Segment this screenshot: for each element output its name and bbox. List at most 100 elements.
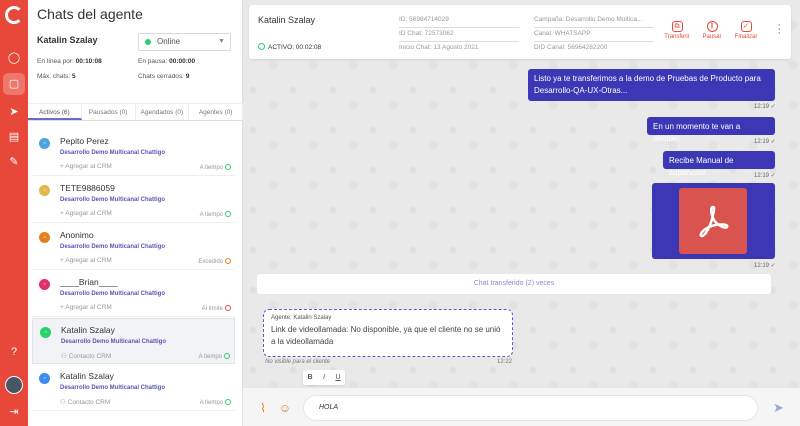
chat-name: Katalin Szalay bbox=[60, 371, 114, 381]
status-badge: Al límite bbox=[202, 305, 231, 312]
status-badge: A tiempo bbox=[200, 399, 231, 406]
online-dot-icon bbox=[145, 39, 151, 45]
chat-name: Pepito Perez bbox=[60, 136, 109, 146]
bold-button[interactable]: B bbox=[303, 370, 317, 385]
sms-icon: ◦ bbox=[39, 185, 50, 196]
clock-icon bbox=[225, 258, 231, 264]
chat-id: ID Chat: 72573062 bbox=[399, 30, 519, 42]
contact-id: ID: 56984714029 bbox=[399, 16, 519, 28]
chat-name: Anonimo bbox=[60, 230, 94, 240]
list-item[interactable]: ◦ ____Brian____ Desarrollo Demo Multican… bbox=[32, 271, 235, 317]
crm-contact-link[interactable]: ⚇ Contacto CRM bbox=[61, 352, 111, 360]
chat-tabs: Activos (6) Pausados (0) Agendados (0) A… bbox=[28, 103, 243, 121]
list-item[interactable]: ◦ TETE9886059 Desarrollo Demo Multicanal… bbox=[32, 177, 235, 223]
tab-pausados[interactable]: Pausados (0) bbox=[82, 104, 136, 120]
chat-start: Inicio Chat: 13 Agosto 2021 bbox=[399, 44, 479, 51]
message-outgoing: Listo ya te transferimos a la demo de Pr… bbox=[528, 69, 775, 101]
chat-name: TETE9886059 bbox=[60, 183, 115, 193]
did-field: DID Canal: 56964282200 bbox=[534, 44, 608, 51]
clock-icon bbox=[225, 399, 231, 405]
avatar[interactable] bbox=[5, 376, 23, 394]
pdf-attachment[interactable] bbox=[652, 183, 775, 259]
internal-note: Agente: Katalin Szalay Link de videollam… bbox=[263, 309, 513, 357]
message-input[interactable]: HOLA bbox=[303, 395, 758, 421]
italic-button[interactable]: I bbox=[317, 370, 331, 385]
contact-name: Katalin Szalay bbox=[258, 15, 316, 25]
report-icon[interactable]: ✎ bbox=[6, 154, 22, 170]
list-item[interactable]: ◦ Katalin Szalay Desarrollo Demo Multica… bbox=[32, 365, 235, 411]
clock-icon bbox=[224, 353, 230, 359]
pause-button[interactable]: ‖ Pausar bbox=[697, 21, 727, 40]
clock-icon bbox=[258, 43, 265, 50]
whatsapp-icon: ◦ bbox=[40, 327, 51, 338]
pdf-icon bbox=[679, 188, 747, 254]
finish-icon: ✓ bbox=[740, 21, 752, 32]
list-item[interactable]: ◦ Anonimo Desarrollo Demo Multicanal Cha… bbox=[32, 224, 235, 270]
status-badge: A tiempo bbox=[200, 211, 231, 218]
instagram-icon: ◦ bbox=[39, 279, 50, 290]
chats-icon[interactable]: ▢ bbox=[3, 73, 25, 95]
add-crm-link[interactable]: + Agregar al CRM bbox=[60, 210, 112, 217]
message-outgoing: En un momento te van a atender bbox=[647, 117, 775, 143]
note-time: 12:22 bbox=[497, 359, 513, 365]
send-icon[interactable]: ➤ bbox=[773, 400, 789, 416]
list-item[interactable]: ◦ Pepito Perez Desarrollo Demo Multicana… bbox=[32, 130, 235, 176]
chat-campaign: Desarrollo Demo Multicanal Chattigo bbox=[60, 291, 166, 297]
clock-icon bbox=[225, 305, 231, 311]
active-timer: ACTIVO: 00:02:08 bbox=[258, 43, 321, 51]
status-badge: A tiempo bbox=[200, 164, 231, 171]
tab-agendados[interactable]: Agendados (0) bbox=[136, 104, 190, 120]
campaign-icon[interactable]: ➤ bbox=[6, 104, 22, 120]
contacts-icon[interactable]: ▤ bbox=[6, 129, 22, 145]
underline-button[interactable]: U bbox=[331, 370, 345, 385]
stat-closed: Chats cerrados: 9 bbox=[138, 73, 190, 80]
tab-activos[interactable]: Activos (6) bbox=[28, 104, 82, 120]
status-value: Online bbox=[157, 37, 181, 46]
chat-campaign: Desarrollo Demo Multicanal Chattigo bbox=[60, 244, 166, 250]
message-time: 12:19 ✓ bbox=[754, 173, 776, 179]
status-badge: A tiempo bbox=[199, 353, 230, 360]
transfer-button[interactable]: ⧉ Transferir bbox=[662, 21, 692, 40]
note-text: Link de videollamada: No disponible, ya … bbox=[271, 325, 501, 346]
list-item[interactable]: ◦ Katalin Szalay Desarrollo Demo Multica… bbox=[32, 318, 235, 364]
stat-max: Máx. chats: 5 bbox=[37, 73, 76, 80]
chat-campaign: Desarrollo Demo Multicanal Chattigo bbox=[60, 150, 166, 156]
finish-button[interactable]: ✓ Finalizar bbox=[731, 21, 761, 40]
more-options-icon[interactable]: · · · bbox=[777, 20, 781, 39]
messenger-icon: ◦ bbox=[39, 373, 50, 384]
chat-area: Katalin Szalay ACTIVO: 00:02:08 ID: 5698… bbox=[243, 0, 800, 426]
clock-icon bbox=[225, 211, 231, 217]
add-crm-link[interactable]: + Agregar al CRM bbox=[60, 257, 112, 264]
transfer-notice: Chat transferido (2) veces bbox=[257, 274, 771, 294]
chattigo-icon: ◦ bbox=[39, 232, 50, 243]
campaign-field: Campaña: Desarrollo Demo Multica... bbox=[534, 16, 654, 28]
agent-panel: Chats del agente Katalin Szalay Online ▼… bbox=[28, 0, 243, 426]
agent-name: Katalin Szalay bbox=[37, 35, 98, 45]
help-icon[interactable]: ? bbox=[6, 344, 22, 360]
message-time: 12:19 ✓ bbox=[754, 104, 776, 110]
add-crm-link[interactable]: + Agregar al CRM bbox=[60, 304, 112, 311]
chattigo-logo-icon[interactable] bbox=[5, 6, 23, 24]
chat-campaign: Desarrollo Demo Multicanal Chattigo bbox=[60, 385, 166, 391]
note-visibility: No visible para el cliente bbox=[265, 359, 331, 365]
status-select[interactable]: Online ▼ bbox=[138, 33, 231, 51]
chat-campaign: Desarrollo Demo Multicanal Chattigo bbox=[61, 339, 167, 345]
chevron-down-icon: ▼ bbox=[218, 38, 225, 45]
pause-icon: ‖ bbox=[706, 21, 718, 32]
whatsapp-icon[interactable]: ◯ bbox=[6, 50, 22, 66]
message-outgoing: Recibe Manual de supervisor bbox=[663, 151, 775, 177]
logout-icon[interactable]: ⇥ bbox=[6, 404, 22, 420]
tab-agentes[interactable]: Agentes (0) bbox=[189, 104, 243, 120]
chat-campaign: Desarrollo Demo Multicanal Chattigo bbox=[60, 197, 166, 203]
clock-icon bbox=[225, 164, 231, 170]
webchat-icon: ◦ bbox=[39, 138, 50, 149]
message-time: 12:19 ✓ bbox=[754, 263, 776, 269]
emoji-icon[interactable]: ☺ bbox=[277, 400, 293, 416]
message-time: 12:19 ✓ bbox=[754, 139, 776, 145]
left-rail: ◯ ▢ ➤ ▤ ✎ ? ⇥ bbox=[0, 0, 28, 426]
add-crm-link[interactable]: + Agregar al CRM bbox=[60, 163, 112, 170]
crm-contact-link[interactable]: ⚇ Contacto CRM bbox=[60, 398, 110, 406]
attach-icon[interactable]: ⌇ bbox=[255, 400, 271, 416]
transfer-icon: ⧉ bbox=[671, 21, 683, 32]
stat-pause: En pausa: 00:00:00 bbox=[138, 58, 196, 65]
